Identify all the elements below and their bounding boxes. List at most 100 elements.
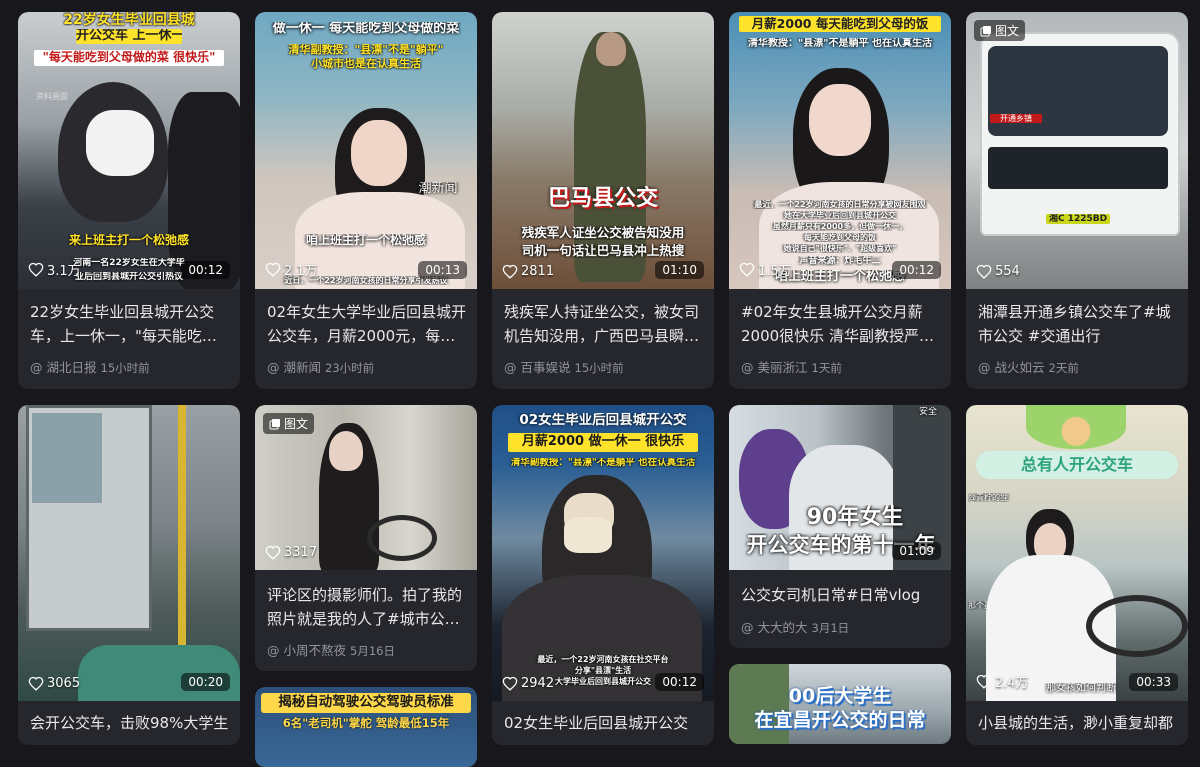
- post-thumbnail[interactable]: 图文 3317: [255, 405, 477, 570]
- thumb-caption: 每天能吃到父母的饭: [804, 233, 876, 242]
- author-name[interactable]: 小周不熬夜: [284, 643, 347, 658]
- video-thumbnail[interactable]: 3065 00:20: [18, 405, 240, 701]
- video-duration: 00:12: [181, 261, 230, 279]
- video-duration: 00:33: [1129, 673, 1178, 691]
- like-count: 3065: [28, 676, 80, 691]
- thumb-caption: 安全: [918, 407, 937, 417]
- like-count: 2.4万: [976, 672, 1029, 691]
- video-card[interactable]: 02女生毕业后回县城开公交 月薪2000 做一休一 很快乐 清华副教授："县漂"…: [492, 405, 714, 745]
- thumb-caption: 资料画面: [36, 92, 68, 101]
- thumb-caption: 残疾军人证坐公交被告知没用: [521, 226, 685, 240]
- image-post-icon: [269, 418, 280, 429]
- author-name[interactable]: 战火如云: [995, 360, 1045, 375]
- publish-time: 5月16日: [350, 644, 395, 658]
- like-count-value: 2.4万: [995, 676, 1029, 691]
- like-count: 554: [976, 264, 1020, 279]
- video-thumbnail[interactable]: 02女生毕业后回县城开公交 月薪2000 做一休一 很快乐 清华副教授："县漂"…: [492, 405, 714, 701]
- thumb-caption: 6名"老司机"掌舵 驾龄最低15年: [282, 717, 450, 730]
- thumb-caption: 90年女生: [806, 505, 904, 530]
- video-duration: 00:12: [655, 673, 704, 691]
- video-thumbnail[interactable]: 做一休一 每天能吃到父母做的菜 清华副教授："县漂"不是"躺平" 小城市也是在认…: [255, 12, 477, 289]
- author-name[interactable]: 湖北日报: [47, 360, 97, 375]
- thumb-caption: 最近，一个22岁河南女孩的日常分享被网友围观: [754, 200, 926, 209]
- post-type-badge: 图文: [263, 413, 315, 434]
- video-title[interactable]: 公交女司机日常#日常vlog: [741, 583, 941, 607]
- thumb-caption: 咱上班主打一个松弛感: [305, 234, 426, 247]
- video-duration: 01:09: [892, 542, 941, 560]
- at-icon: @: [267, 643, 280, 658]
- video-thumbnail[interactable]: 总有人开公交车 @青柠的狸 那个孩子 那女孩如何判断 2.4万 00:33: [966, 405, 1188, 701]
- like-count-value: 2811: [521, 264, 555, 279]
- video-card[interactable]: 做一休一 每天能吃到父母做的菜 清华副教授："县漂"不是"躺平" 小城市也是在认…: [255, 12, 477, 389]
- thumb-caption: 清华教授："县漂"不是躺平 也在认真生活: [748, 38, 932, 49]
- thumb-caption: 揭秘自动驾驶公交驾驶员标准: [261, 693, 471, 713]
- like-count-value: 3317: [284, 545, 318, 560]
- thumb-caption: 清华副教授："县漂"不是"躺平": [288, 44, 444, 56]
- video-card[interactable]: 22岁女生毕业回县城 开公交车 上一休一 "每天能吃到父母做的菜 很快乐" 资料…: [18, 12, 240, 389]
- video-thumbnail[interactable]: 00后大学生 在宜昌开公交的日常: [729, 664, 951, 744]
- author-name[interactable]: 美丽浙江: [758, 360, 808, 375]
- video-duration: 00:20: [181, 673, 230, 691]
- post-type-badge: 图文: [974, 20, 1026, 41]
- video-card[interactable]: 00后大学生 在宜昌开公交的日常: [729, 664, 951, 744]
- image-post-icon: [980, 25, 991, 36]
- at-icon: @: [504, 360, 517, 375]
- video-card[interactable]: 总有人开公交车 @青柠的狸 那个孩子 那女孩如何判断 2.4万 00:33 小县…: [966, 405, 1188, 745]
- video-meta: @ 大大的大 3月1日: [741, 617, 849, 636]
- video-thumbnail[interactable]: 月薪2000 每天能吃到父母的饭 清华教授："县漂"不是躺平 也在认真生活 最近…: [729, 12, 951, 289]
- thumb-caption: 月薪2000 做一休一 很快乐: [508, 433, 698, 452]
- thumb-caption: 22岁女生毕业回县城: [63, 12, 195, 28]
- at-icon: @: [30, 360, 43, 375]
- publish-time: 23小时前: [325, 361, 375, 375]
- video-title[interactable]: 02年女生大学毕业后回县城开公交车，月薪2000元，每天能吃到父母做的菜: [267, 300, 467, 348]
- like-count: 1.5万: [739, 260, 792, 279]
- license-plate: 湘C 1225BD: [1046, 214, 1110, 225]
- route-sign: 开通乡镇: [990, 114, 1042, 124]
- like-count: 2942: [502, 676, 554, 691]
- author-name[interactable]: 潮新闻: [284, 360, 322, 375]
- video-title[interactable]: 会开公交车，击败98%大学生: [30, 711, 230, 735]
- thumb-caption: 月薪2000 每天能吃到父母的饭: [739, 16, 941, 33]
- post-title[interactable]: 评论区的摄影师们。拍了我的照片就是我的人了#城市公交 #公交司机: [267, 583, 467, 631]
- thumb-caption: 潮新闻: [418, 182, 458, 196]
- thumb-caption: @青柠的狸: [968, 493, 1008, 502]
- video-card[interactable]: 月薪2000 每天能吃到父母的饭 清华教授："县漂"不是躺平 也在认真生活 最近…: [729, 12, 951, 389]
- thumb-caption: 巴马县公交: [547, 186, 658, 211]
- video-thumbnail[interactable]: 巴马县公交 残疾军人证坐公交被告知没用 司机一句话让巴马县冲上热搜 2811 0…: [492, 12, 714, 289]
- video-thumbnail[interactable]: 安全 90年女生 开公交车的第十一年 01:09: [729, 405, 951, 570]
- video-title[interactable]: #02年女生县城开公交月薪2000很快乐 清华副教授严飞："县漂"不是躺平: [741, 300, 941, 348]
- video-title[interactable]: 22岁女生毕业回县城开公交车，上一休一，"每天能吃到父母做的菜，很快乐": [30, 300, 230, 348]
- author-name[interactable]: 大大的大: [758, 620, 808, 635]
- heart-icon: [28, 676, 44, 691]
- at-icon: @: [741, 360, 754, 375]
- thumb-caption: 司机一句话让巴马县冲上热搜: [521, 244, 685, 258]
- video-meta: @ 百事娱说 15小时前: [504, 357, 624, 376]
- video-meta: @ 湖北日报 15小时前: [30, 357, 150, 376]
- heart-icon: [265, 262, 281, 277]
- image-post-card[interactable]: 图文 3317 评论区的摄影师们。拍了我的照片就是我的人了#城市公交 #公交司机…: [255, 405, 477, 671]
- author-name[interactable]: 百事娱说: [521, 360, 571, 375]
- video-title[interactable]: 小县城的生活，渺小重复却都: [978, 711, 1178, 735]
- like-count: 3.1万: [28, 260, 81, 279]
- like-count-value: 1.5万: [758, 264, 792, 279]
- video-title[interactable]: 残疾军人持证坐公交，被女司机告知没用，广西巴马县瞬间冲上热搜: [504, 300, 704, 348]
- video-card[interactable]: 安全 90年女生 开公交车的第十一年 01:09 公交女司机日常#日常vlog …: [729, 405, 951, 648]
- post-type-label: 图文: [995, 24, 1020, 38]
- video-thumbnail[interactable]: 22岁女生毕业回县城 开公交车 上一休一 "每天能吃到父母做的菜 很快乐" 资料…: [18, 12, 240, 289]
- post-thumbnail[interactable]: 开通乡镇 湘C 1225BD 图文 554: [966, 12, 1188, 289]
- video-title[interactable]: 02女生毕业后回县城开公交: [504, 711, 704, 735]
- at-icon: @: [267, 360, 280, 375]
- thumb-caption: "每天能吃到父母做的菜 很快乐": [34, 50, 224, 66]
- video-thumbnail[interactable]: 揭秘自动驾驶公交驾驶员标准 6名"老司机"掌舵 驾龄最低15年: [255, 687, 477, 767]
- video-card[interactable]: 巴马县公交 残疾军人证坐公交被告知没用 司机一句话让巴马县冲上热搜 2811 0…: [492, 12, 714, 389]
- like-count: 3317: [265, 545, 317, 560]
- thumb-caption: 开公交车 上一休一: [76, 29, 182, 44]
- post-title[interactable]: 湘潭县开通乡镇公交车了#城市公交 #交通出行: [978, 300, 1178, 348]
- video-duration: 00:12: [892, 261, 941, 279]
- image-post-card[interactable]: 开通乡镇 湘C 1225BD 图文 554 湘潭县开通乡镇公交车了#城市公交 #…: [966, 12, 1188, 389]
- video-card[interactable]: 3065 00:20 会开公交车，击败98%大学生: [18, 405, 240, 745]
- publish-time: 2天前: [1048, 361, 1079, 375]
- thumb-caption: 总有人开公交车: [976, 451, 1178, 480]
- video-card[interactable]: 揭秘自动驾驶公交驾驶员标准 6名"老司机"掌舵 驾龄最低15年: [255, 687, 477, 767]
- at-icon: @: [741, 620, 754, 635]
